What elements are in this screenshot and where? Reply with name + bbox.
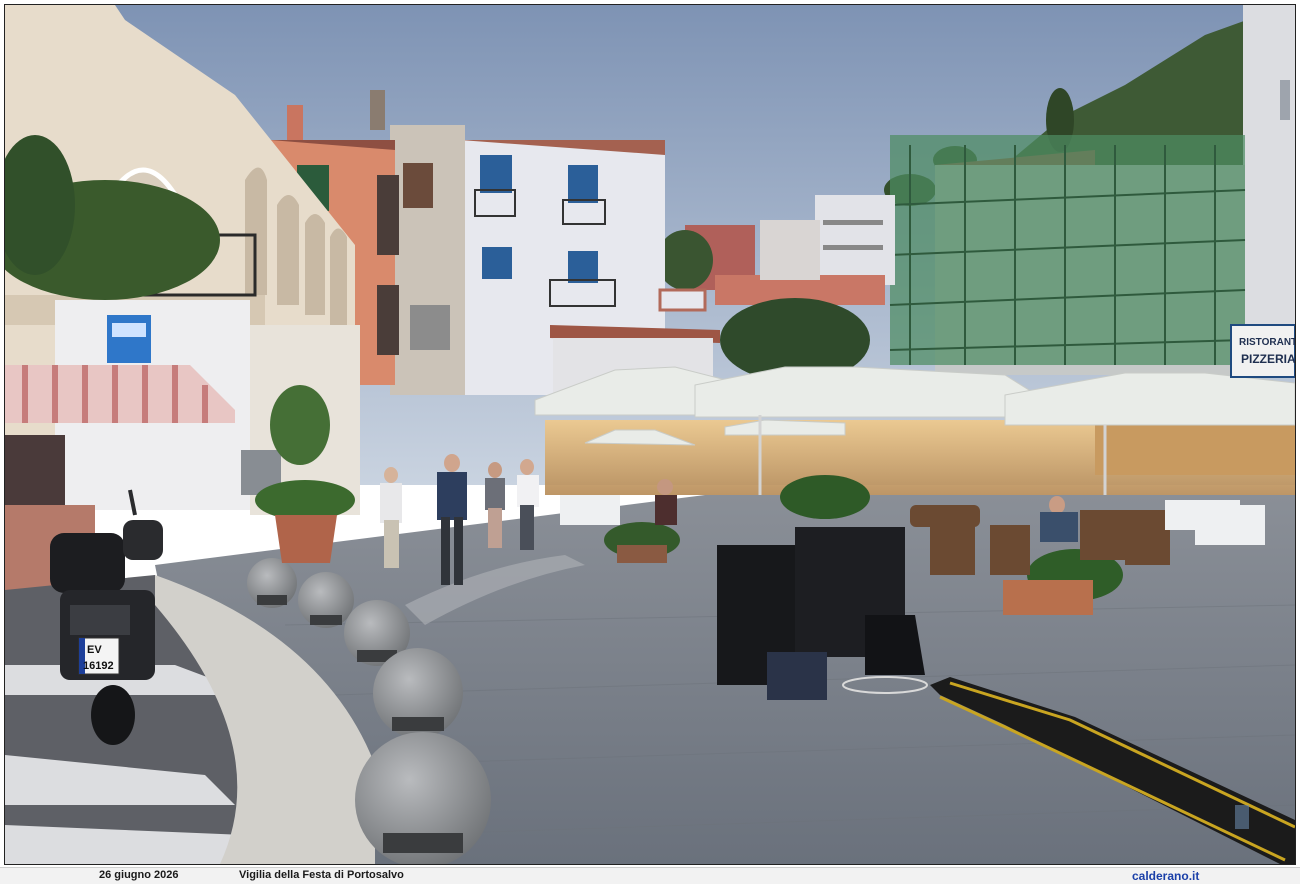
photo-frame: RISTORANTE PIZZERIA — [4, 4, 1296, 865]
palm-tree — [657, 230, 713, 290]
building-far-right — [1243, 5, 1295, 335]
photo-title: Vigilia della Festa di Portosalvo — [239, 869, 404, 881]
awning-stripes — [22, 365, 208, 423]
scaffold-net — [890, 135, 1245, 365]
watermark-logo — [1235, 805, 1249, 829]
building-distant — [815, 195, 895, 285]
building-distant — [760, 220, 820, 280]
caption-bar: 26 giugno 2026 Vigilia della Festa di Po… — [0, 867, 1300, 884]
license-plate-line1: EV — [87, 644, 102, 656]
license-plate-line2: 16192 — [83, 660, 114, 672]
sign-restaurant-text: RISTORANTE — [1239, 337, 1295, 348]
restaurant-sign — [1230, 324, 1295, 378]
photo-date: 26 giugno 2026 — [99, 869, 179, 881]
blue-sign — [107, 315, 151, 363]
photo-scene: RISTORANTE PIZZERIA — [5, 5, 1295, 864]
sign-pizzeria-text: PIZZERIA — [1241, 352, 1295, 366]
site-link[interactable]: calderano.it — [1132, 869, 1199, 883]
